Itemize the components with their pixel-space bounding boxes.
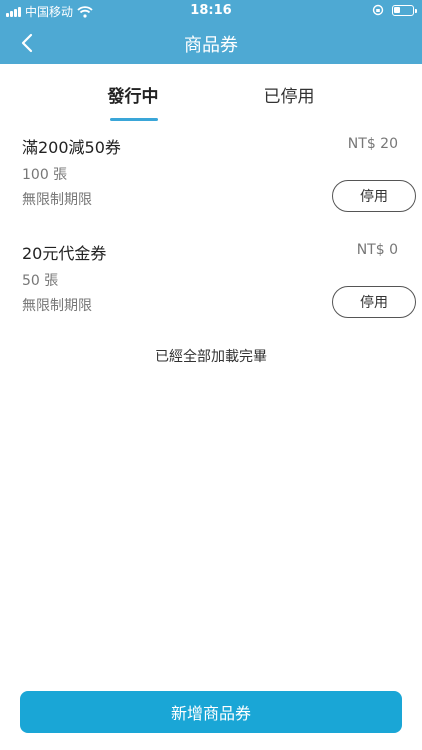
header: 中国移动 18:16 商品券 bbox=[0, 0, 422, 64]
coupon-item: 20元代金券 NT$ 0 50 張 無限制期限 停用 bbox=[0, 240, 422, 346]
coupon-validity: 無限制期限 bbox=[22, 298, 92, 314]
battery-icon bbox=[392, 4, 417, 16]
status-right bbox=[372, 4, 417, 16]
coupon-price: NT$ 0 bbox=[356, 242, 398, 258]
rotation-lock-icon bbox=[372, 4, 384, 16]
coupon-item: 滿200減50券 NT$ 20 100 張 無限制期限 停用 bbox=[0, 134, 422, 240]
coupon-name: 20元代金券 bbox=[22, 244, 107, 263]
coupon-name: 滿200減50券 bbox=[22, 138, 121, 157]
disable-coupon-button[interactable]: 停用 bbox=[332, 286, 416, 318]
battery-level bbox=[394, 6, 400, 13]
status-time: 18:16 bbox=[190, 3, 232, 18]
active-tab-indicator bbox=[110, 118, 158, 121]
nav-bar: 商品券 bbox=[0, 22, 422, 64]
coupon-count: 100 張 bbox=[22, 167, 68, 183]
coupon-count: 50 張 bbox=[22, 273, 59, 289]
disable-coupon-button[interactable]: 停用 bbox=[332, 180, 416, 212]
coupon-validity: 無限制期限 bbox=[22, 192, 92, 208]
coupon-price: NT$ 20 bbox=[347, 136, 398, 152]
add-coupon-button[interactable]: 新增商品券 bbox=[20, 691, 402, 733]
tab-issuing[interactable]: 發行中 bbox=[104, 82, 162, 107]
tab-bar: 發行中 已停用 bbox=[0, 64, 422, 122]
list-end-message: 已經全部加載完畢 bbox=[155, 349, 267, 365]
page-title: 商品券 bbox=[184, 35, 238, 56]
status-bar: 中国移动 18:16 bbox=[0, 0, 422, 22]
tab-disabled[interactable]: 已停用 bbox=[262, 82, 316, 107]
